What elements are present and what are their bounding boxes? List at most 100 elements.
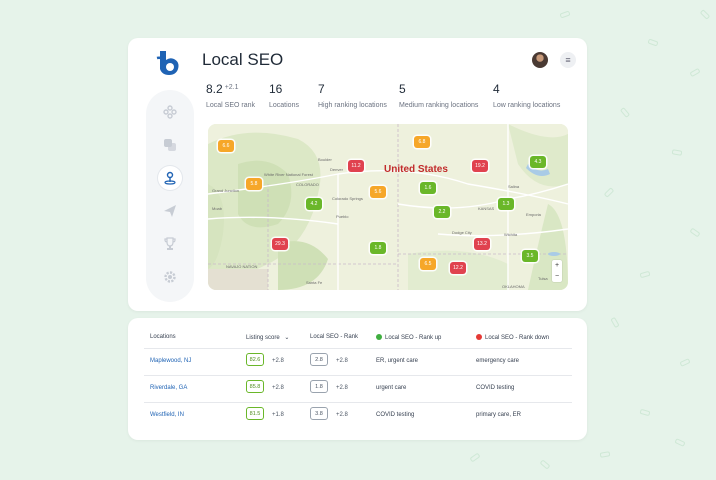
map-place-label: Tulsa [538, 276, 548, 281]
stat-low-ranking: 4 Low ranking locations [493, 82, 560, 109]
seo-rank-badge: 1.8 [310, 380, 328, 393]
map-place-label: Grand Junction [212, 188, 240, 193]
copy-icon[interactable] [158, 133, 182, 157]
map-place-label: Salina [508, 184, 520, 189]
stat-value: 16 [269, 82, 283, 96]
seo-rank-badge: 2.8 [310, 353, 328, 366]
stat-value: 8.2 [206, 82, 223, 96]
map-pin[interactable]: 6.6 [218, 140, 234, 152]
column-header-seo-rank[interactable]: Local SEO - Rank [310, 334, 358, 340]
listing-score-delta: +1.8 [272, 412, 284, 418]
zoom-out-button[interactable]: − [555, 273, 559, 280]
column-header-label: Local SEO - Rank up [385, 335, 442, 341]
listing-score-delta: +2.8 [272, 385, 284, 391]
sort-chevron-icon: ⌄ [284, 335, 290, 341]
menu-button[interactable]: ≡ [560, 52, 576, 68]
map-place-label: Emporia [526, 212, 541, 217]
map-place-label: KANSAS [478, 206, 495, 211]
map-place-label: White River National Forest [264, 172, 313, 177]
rank-down-keywords: emergency care [476, 358, 520, 364]
seo-rank-delta: +2.8 [336, 358, 348, 364]
listing-score-badge: 81.5 [246, 407, 264, 420]
map-place-label: Denver [330, 167, 343, 172]
map-place-label: Boulder [318, 157, 332, 162]
map-country-label: United States [384, 164, 448, 175]
column-header-rank-down[interactable]: Local SEO - Rank down [476, 334, 549, 341]
stat-label: Medium ranking locations [399, 102, 479, 109]
map-pin[interactable]: 1.8 [370, 242, 386, 254]
stat-value: 4 [493, 82, 500, 96]
map-pin[interactable]: 4.3 [530, 156, 546, 168]
rank-down-keywords: primary care, ER [476, 412, 522, 418]
map-place-label: Pueblo [336, 214, 349, 219]
rank-down-keywords: COVID testing [476, 385, 515, 391]
column-header-rank-up[interactable]: Local SEO - Rank up [376, 334, 441, 341]
listing-score-delta: +2.8 [272, 358, 284, 364]
location-link[interactable]: Westfield, IN [150, 412, 184, 418]
map-place-label: COLORADO [296, 182, 319, 187]
rank-up-keywords: urgent care [376, 385, 407, 391]
map-pin[interactable]: 6.5 [420, 258, 436, 270]
column-header-label: Listing score [246, 335, 280, 341]
location-link[interactable]: Riverdale, GA [150, 385, 187, 391]
locations-map[interactable]: Boulder Denver COLORADO Colorado Springs… [208, 124, 568, 290]
stat-high-ranking: 7 High ranking locations [318, 82, 387, 109]
hamburger-icon: ≡ [565, 55, 571, 65]
map-pin[interactable]: 13.2 [474, 238, 490, 250]
rank-up-keywords: COVID testing [376, 412, 415, 418]
map-pin[interactable]: 2.2 [434, 206, 450, 218]
map-pin[interactable]: 29.3 [272, 238, 288, 250]
page-title: Local SEO [202, 50, 284, 69]
map-terrain [208, 124, 568, 290]
send-icon[interactable] [158, 199, 182, 223]
map-place-label: Wichita [504, 232, 518, 237]
table-row[interactable]: Westfield, IN 81.5 +1.8 3.8 +2.8 COVID t… [128, 403, 587, 429]
user-avatar[interactable] [532, 52, 548, 68]
stat-label: Low ranking locations [493, 102, 561, 109]
map-place-label: NAVAJO NATION [226, 264, 258, 269]
green-dot-icon [376, 334, 382, 340]
stat-delta: +2.1 [224, 84, 239, 91]
column-header-label: Local SEO - Rank down [485, 335, 550, 341]
map-pin[interactable]: 11.2 [348, 160, 364, 172]
stat-value: 5 [399, 82, 406, 96]
map-zoom-control: + − [552, 260, 562, 282]
listing-score-badge: 85.8 [246, 380, 264, 393]
map-pin[interactable]: 19.2 [472, 160, 488, 172]
column-header-listing-score[interactable]: Listing score ⌄ [246, 334, 289, 341]
local-seo-panel: Local SEO ≡ 8.2 +2.1 Local SEO rank 16 Lo… [128, 38, 587, 311]
apps-icon[interactable] [158, 100, 182, 124]
table-row[interactable]: Riverdale, GA 85.8 +2.8 1.8 +2.8 urgent … [128, 376, 587, 402]
map-pin[interactable]: 1.3 [498, 198, 514, 210]
map-pin[interactable]: 5.8 [246, 178, 262, 190]
map-pin[interactable]: 1.6 [420, 182, 436, 194]
map-place-label: Moab [212, 206, 223, 211]
map-pin[interactable]: 4.2 [306, 198, 322, 210]
stat-value: 7 [318, 82, 325, 96]
map-pin[interactable]: 5.6 [370, 186, 386, 198]
locations-table: Locations Listing score ⌄ Local SEO - Ra… [128, 318, 587, 440]
map-place-label: Santa Fe [306, 280, 323, 285]
map-place-label: Colorado Springs [332, 196, 363, 201]
map-pin[interactable]: 12.2 [450, 262, 466, 274]
map-pin[interactable]: 3.5 [522, 250, 538, 262]
red-dot-icon [476, 334, 482, 340]
brand-logo-icon [156, 51, 179, 75]
map-place-label: Dodge City [452, 230, 472, 235]
stat-medium-ranking: 5 Medium ranking locations [399, 82, 478, 109]
zoom-in-button[interactable]: + [555, 262, 559, 269]
gear-icon[interactable] [158, 265, 182, 289]
listing-score-badge: 82.6 [246, 353, 264, 366]
seo-rank-delta: +2.8 [336, 385, 348, 391]
stat-label: High ranking locations [318, 102, 387, 109]
stat-label: Local SEO rank [206, 102, 256, 109]
location-link[interactable]: Maplewood, NJ [150, 358, 191, 364]
column-header-locations[interactable]: Locations [150, 334, 176, 340]
table-row[interactable]: Maplewood, NJ 82.6 +2.8 2.8 +2.8 ER, urg… [128, 349, 587, 375]
location-pin-icon[interactable] [158, 166, 182, 190]
rank-up-keywords: ER, urgent care [376, 358, 419, 364]
seo-rank-delta: +2.8 [336, 412, 348, 418]
map-pin[interactable]: 6.8 [414, 136, 430, 148]
trophy-icon[interactable] [158, 232, 182, 256]
stat-locations: 16 Locations [269, 82, 299, 109]
